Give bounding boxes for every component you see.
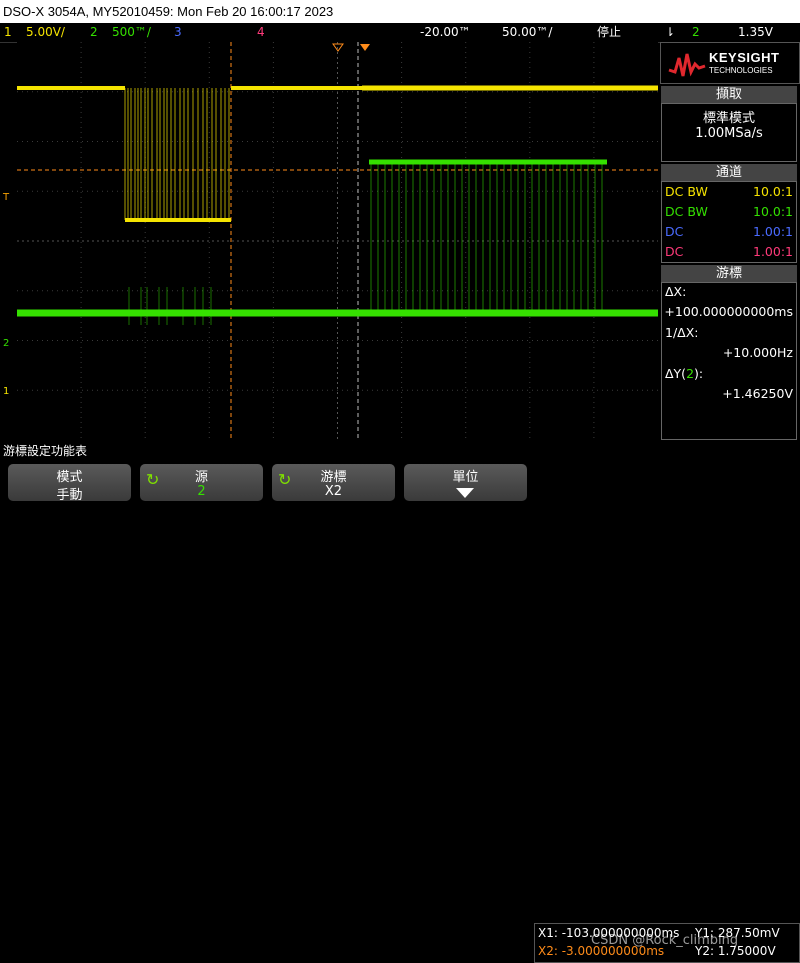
channel-probe-ratio: 10.0:1 — [753, 204, 793, 219]
channel-probe-ratio: 1.00:1 — [753, 224, 793, 239]
time-scale[interactable]: 50.00™/ — [502, 23, 552, 42]
time-offset[interactable]: -20.00™ — [420, 23, 471, 42]
channel-row-2: DC BW 10.0:1 — [665, 203, 793, 221]
softkey-menu-title: 游標設定功能表 — [0, 443, 800, 459]
delta-y-label: ΔY(2): — [665, 366, 704, 381]
delta-x-label: ΔX: — [665, 284, 687, 299]
channels-header[interactable]: 通道 — [661, 164, 797, 181]
channels-box[interactable]: DC BW 10.0:1 DC BW 10.0:1 DC 1.00:1 DC 1.00:1 — [661, 181, 797, 263]
trigger-level[interactable]: 1.35V — [738, 23, 773, 42]
window-title: DSO-X 3054A, MY52010459: Mon Feb 20 16:0… — [0, 0, 800, 23]
ch1-number[interactable]: 1 — [4, 23, 12, 42]
channel-coupling: DC BW — [665, 184, 708, 199]
right-info-panel: KEYSIGHT TECHNOLOGIES 擷取 標準模式 1.00MSa/s … — [660, 42, 800, 440]
ch2-scale[interactable]: 500™/ — [112, 23, 151, 42]
trigger-position-marker — [360, 44, 370, 51]
softkey-bar: 模式 手動 ↻ 源 2 ↻ 游標 X2 單位 X1: -103.00000000… — [0, 460, 800, 963]
sample-rate: 1.00MSa/s — [695, 126, 763, 141]
softkey-source-value: 2 — [197, 484, 206, 499]
ch2-ground-marker[interactable]: 2 — [3, 338, 9, 349]
channel-markers: T 2 1 — [0, 42, 17, 440]
acquisition-header[interactable]: 擷取 — [661, 86, 797, 103]
run-state[interactable]: 停止 — [597, 23, 621, 42]
keysight-wave-icon — [668, 53, 706, 77]
brand-subtitle: TECHNOLOGIES — [709, 66, 773, 75]
channel-row-4: DC 1.00:1 — [665, 243, 793, 261]
delta-y-value: +1.46250V — [722, 386, 793, 401]
softkey-cursor-label: 游標 — [320, 470, 347, 485]
ch1-scale[interactable]: 5.00V/ — [26, 23, 65, 42]
brand-name: KEYSIGHT — [709, 50, 780, 65]
softkey-source[interactable]: ↻ 源 2 — [140, 464, 263, 501]
softkey-source-label: 源 — [194, 470, 208, 485]
ch3-number[interactable]: 3 — [174, 23, 182, 42]
channel-row-1: DC BW 10.0:1 — [665, 183, 793, 201]
ch4-number[interactable]: 4 — [257, 23, 265, 42]
acquisition-mode: 標準模式 — [702, 111, 755, 126]
softkey-mode-value: 手動 — [56, 488, 83, 503]
softkey-units[interactable]: 單位 — [404, 464, 527, 501]
cursors-box[interactable]: ΔX: +100.000000000ms 1/ΔX: +10.000Hz ΔY(… — [661, 282, 797, 440]
delta-x-value: +100.000000000ms — [664, 304, 793, 319]
watermark: CSDN @Rock_climbing — [591, 933, 739, 948]
softkey-units-label: 單位 — [452, 470, 479, 485]
channel-coupling: DC — [665, 244, 684, 259]
ch1-ground-marker[interactable]: 1 — [3, 386, 9, 397]
inv-delta-x-label: 1/ΔX: — [665, 325, 699, 340]
channel-coupling: DC — [665, 224, 684, 239]
trigger-channel[interactable]: 2 — [692, 23, 700, 42]
channel-row-3: DC 1.00:1 — [665, 223, 793, 241]
keysight-logo: KEYSIGHT TECHNOLOGIES — [660, 42, 800, 84]
status-bar: 1 5.00V/ 2 500™/ 3 4 -20.00™ 50.00™/ 停止 … — [0, 23, 800, 43]
softkey-mode-label: 模式 — [56, 470, 83, 485]
waveform-display[interactable] — [17, 42, 658, 440]
cursors-header[interactable]: 游標 — [661, 265, 797, 282]
channel-probe-ratio: 10.0:1 — [753, 184, 793, 199]
inv-delta-x-value: +10.000Hz — [722, 345, 793, 360]
waveform-svg — [17, 42, 658, 440]
cursor-readout: X1: -103.000000000ms Y1: 287.50mV X2: -3… — [534, 923, 800, 963]
trigger-edge-icon: ⇂ — [665, 25, 676, 39]
softkey-cursor[interactable]: ↻ 游標 X2 — [272, 464, 395, 501]
softkey-cursor-value: X2 — [324, 484, 343, 499]
softkey-mode[interactable]: 模式 手動 — [8, 464, 131, 503]
ch2-number[interactable]: 2 — [90, 23, 98, 42]
channel-coupling: DC BW — [665, 204, 708, 219]
trigger-level-marker[interactable]: T — [3, 192, 9, 203]
down-arrow-icon — [456, 488, 474, 498]
acquisition-box[interactable]: 標準模式 1.00MSa/s — [661, 103, 797, 162]
channel-probe-ratio: 1.00:1 — [753, 244, 793, 259]
